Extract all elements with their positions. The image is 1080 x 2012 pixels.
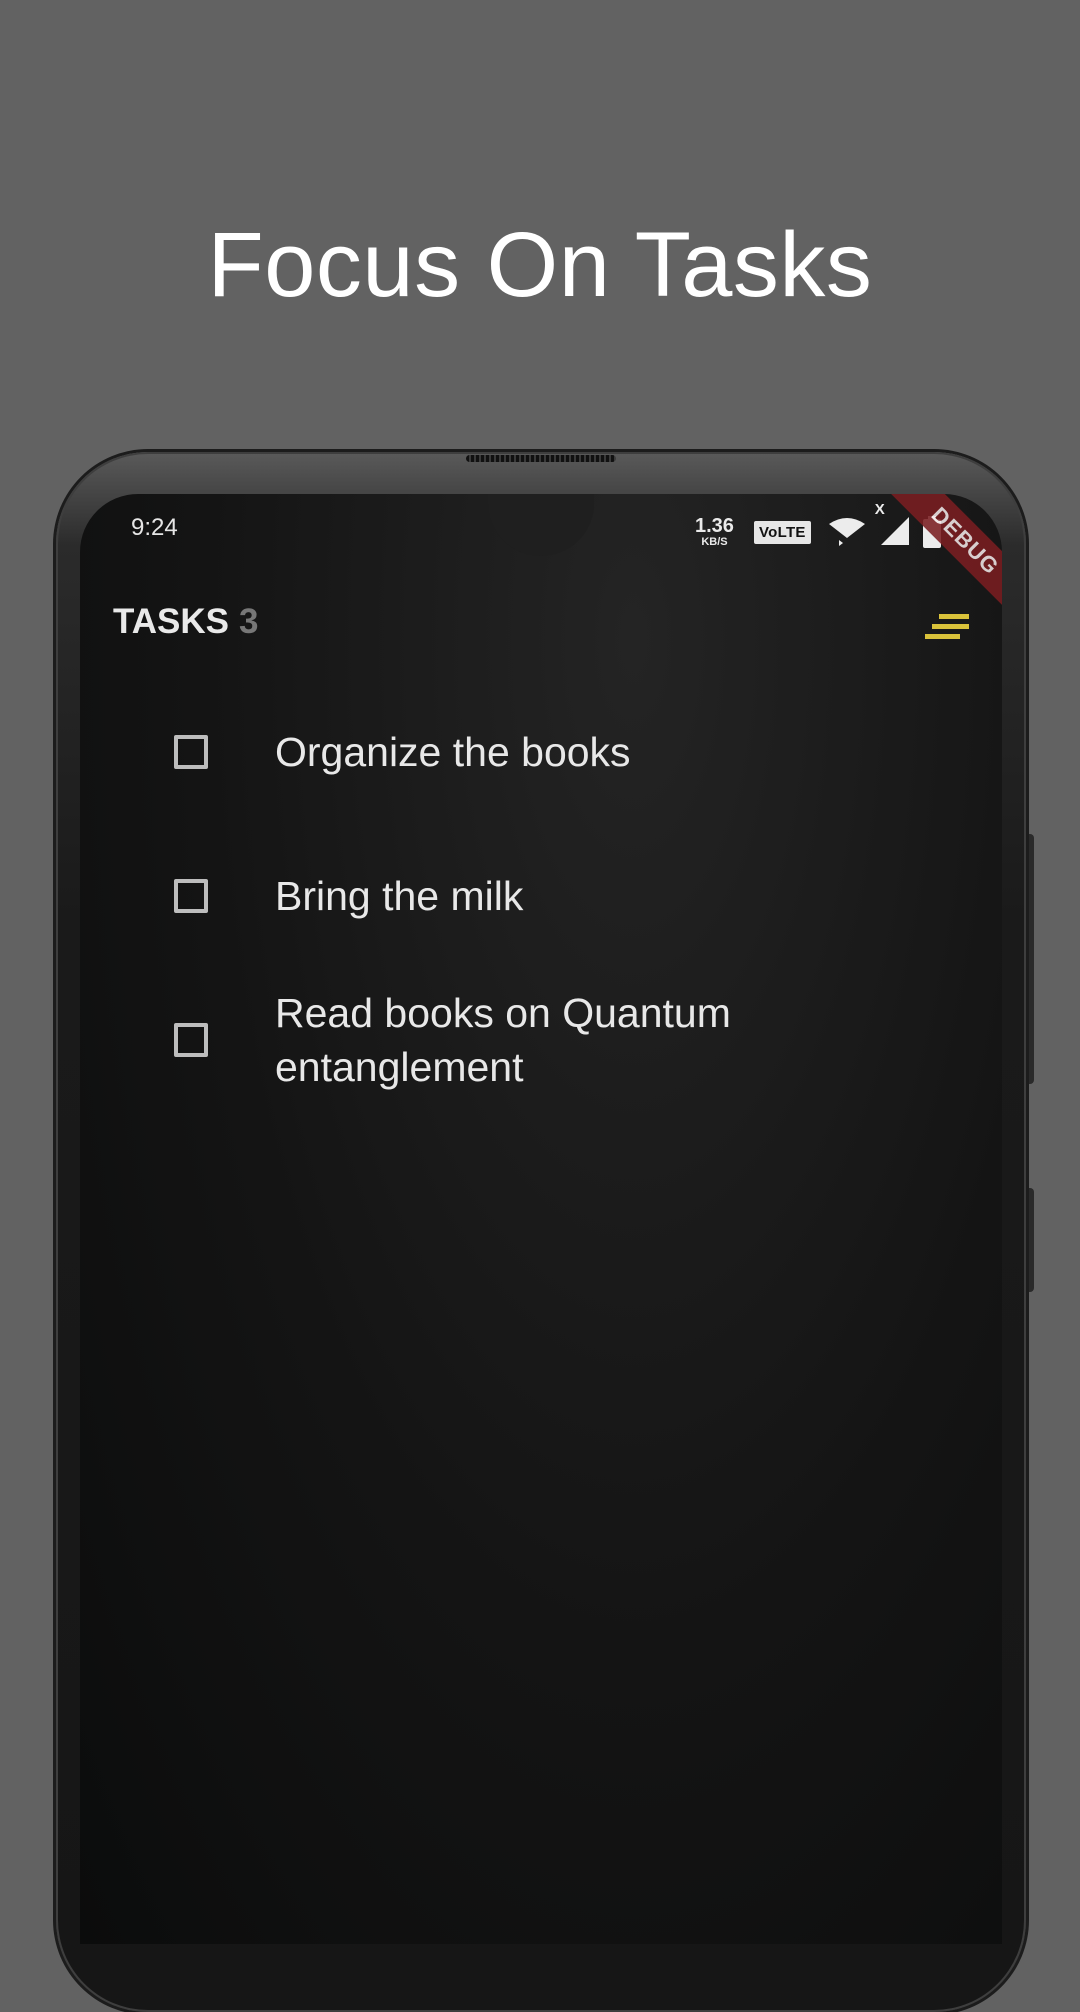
- signal-label: X: [874, 500, 885, 518]
- net-speed-value: 1.36: [695, 515, 734, 537]
- title-text: TASKS: [113, 602, 230, 641]
- net-speed-unit: KB/S: [701, 536, 728, 548]
- sort-menu-icon[interactable]: [925, 612, 971, 642]
- net-speed: 1.36 KB/S: [695, 516, 734, 548]
- volte-badge: VoLTE: [753, 520, 811, 544]
- page-title: TASKS 3: [113, 602, 259, 642]
- promo-headline: Focus On Tasks: [207, 214, 873, 316]
- task-checkbox[interactable]: [174, 1023, 208, 1057]
- phone-screen: 9:24 1.36 KB/S VoLTE X DEBUG TASKS 3 Org…: [80, 494, 1002, 1944]
- signal-icon: [880, 516, 909, 545]
- task-checkbox[interactable]: [174, 879, 208, 913]
- status-time: 9:24: [131, 514, 178, 541]
- task-label: Read books on Quantum entanglement: [275, 990, 731, 1090]
- camera-notch: [488, 494, 594, 556]
- task-checkbox[interactable]: [174, 735, 208, 769]
- task-label: Bring the milk: [275, 873, 524, 919]
- wifi-icon: [828, 518, 865, 546]
- task-label: Organize the books: [275, 729, 631, 775]
- task-count: 3: [239, 602, 259, 641]
- status-icons: 1.36 KB/S VoLTE X: [695, 501, 941, 552]
- earpiece-speaker: [466, 455, 616, 462]
